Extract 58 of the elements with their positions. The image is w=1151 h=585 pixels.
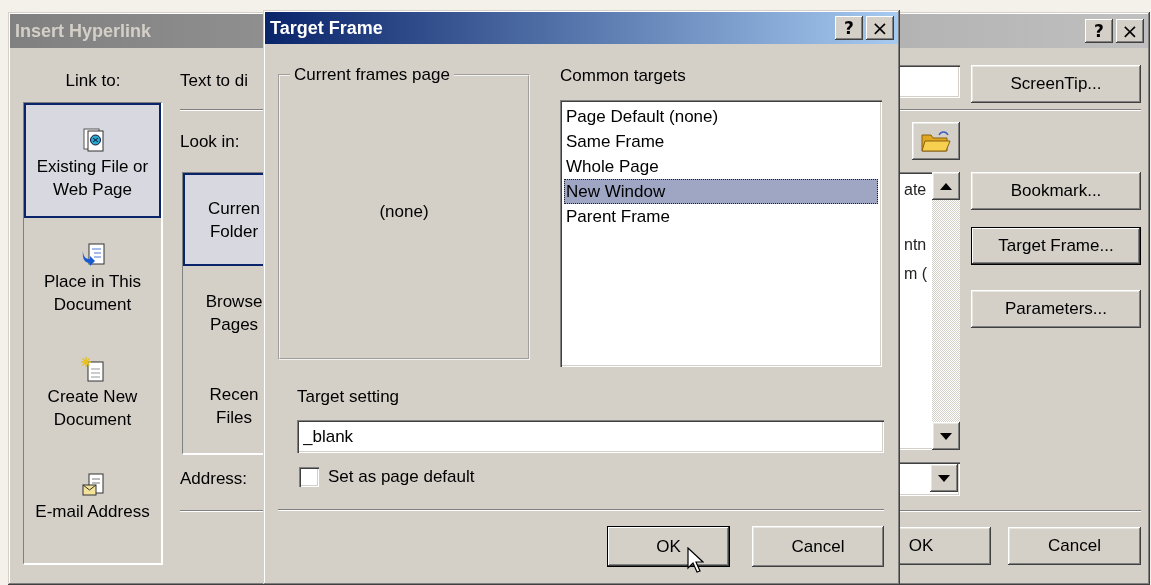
look-in-item-label: Curren Folder <box>207 197 261 243</box>
file-name: ntn <box>904 235 928 255</box>
cancel-button[interactable]: Cancel <box>752 526 884 567</box>
file-name: m ( <box>904 264 929 284</box>
link-to-label-text: Existing File or Web Page <box>35 156 150 201</box>
side-button[interactable]: Bookmark... <box>971 172 1141 210</box>
up-arrow-icon <box>940 182 952 190</box>
envelope-document-icon <box>80 472 105 497</box>
close-button[interactable]: × <box>1116 19 1144 43</box>
side-button[interactable]: Target Frame... <box>971 227 1141 265</box>
help-button[interactable]: ? <box>1085 19 1113 43</box>
scrollbar[interactable] <box>932 172 960 450</box>
side-button[interactable]: ScreenTip... <box>971 65 1141 103</box>
checkbox-label: Set as page default <box>328 467 475 487</box>
link-to-label-text: Create New Document <box>46 386 139 431</box>
common-targets-label: Common targets <box>560 65 687 87</box>
window-title: Target Frame <box>270 17 383 39</box>
checkbox[interactable] <box>299 467 319 487</box>
down-arrow-icon <box>940 432 952 440</box>
globe-document-icon <box>80 127 105 152</box>
target-list[interactable]: Page Default (none) Same Frame Whole Page New Window Parent Frame <box>560 100 882 367</box>
target-setting-field[interactable]: _blank <box>297 420 884 453</box>
link-to-item[interactable]: Place in This Document <box>24 218 161 333</box>
browse-folder-button[interactable] <box>912 122 960 160</box>
dropdown-button[interactable] <box>930 464 958 492</box>
list-item[interactable]: Same Frame <box>564 129 878 154</box>
target-setting-label: Target setting <box>296 387 401 407</box>
side-button[interactable]: Parameters... <box>971 290 1141 328</box>
link-to-label: Link to: <box>64 70 122 92</box>
link-to-item[interactable]: E-mail Address <box>24 448 161 563</box>
group-label: Current frames page <box>293 65 451 85</box>
list-item[interactable]: Whole Page <box>564 154 878 179</box>
down-arrow-icon <box>938 474 950 482</box>
close-button[interactable]: × <box>866 16 894 40</box>
look-in-label: Look in: <box>179 130 241 153</box>
address-label: Address: <box>179 468 249 490</box>
list-item[interactable]: New Window <box>564 179 878 204</box>
text-to-display-label: Text to di <box>179 70 250 92</box>
help-button[interactable]: ? <box>835 16 863 40</box>
look-in-item-label: Recen Files <box>208 383 260 429</box>
arrow-document-icon <box>80 242 105 267</box>
scroll-down-button[interactable] <box>932 422 960 450</box>
frames-page-value: (none) <box>379 201 429 222</box>
mouse-pointer-icon <box>687 547 704 573</box>
sparkle-document-icon <box>80 357 105 382</box>
scroll-up-button[interactable] <box>932 172 960 200</box>
list-item[interactable]: Parent Frame <box>564 204 878 229</box>
window-title: Insert Hyperlink <box>15 20 152 42</box>
link-to-item[interactable]: Existing File or Web Page <box>24 103 161 218</box>
link-to-label-text: Place in This Document <box>43 271 142 316</box>
folder-icon <box>921 129 951 153</box>
link-to-label-text: E-mail Address <box>34 501 151 523</box>
file-name: ate <box>904 180 928 200</box>
cancel-button[interactable]: Cancel <box>1008 527 1141 565</box>
look-in-item-label: Browse Pages <box>204 290 264 336</box>
link-to-item[interactable]: Create New Document <box>24 333 161 448</box>
ok-button[interactable]: OK <box>607 526 730 567</box>
list-item[interactable]: Page Default (none) <box>564 104 878 129</box>
